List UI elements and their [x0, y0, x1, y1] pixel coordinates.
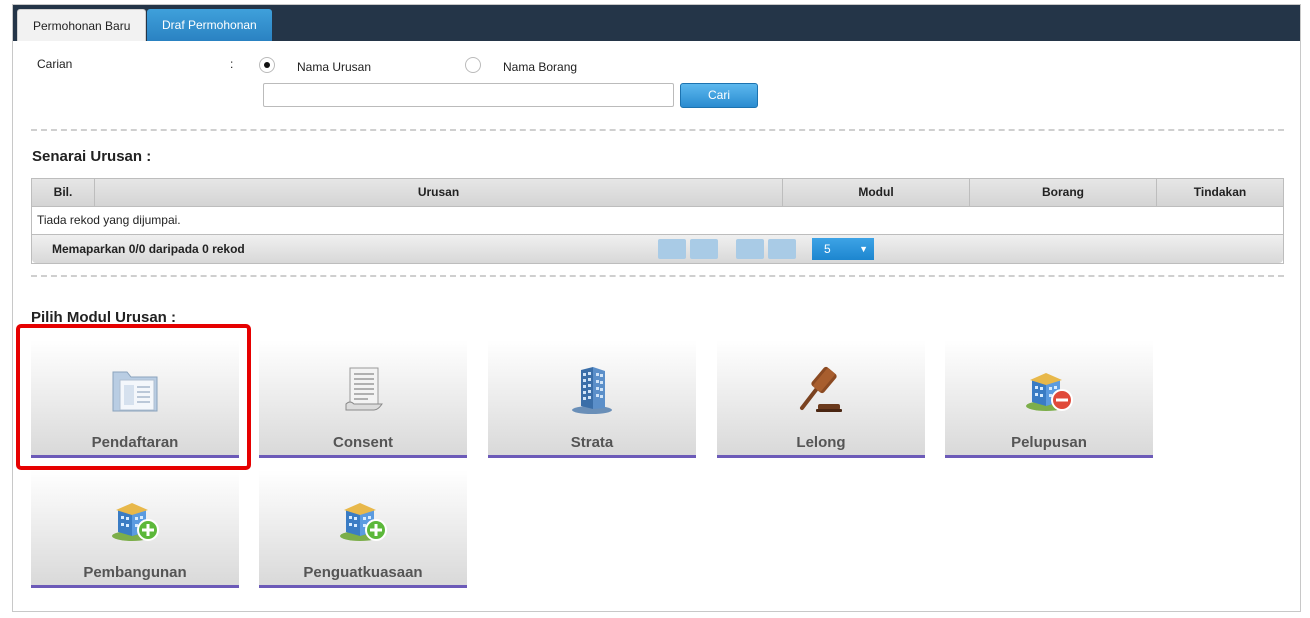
tab-bar: Permohonan Baru Draf Permohonan: [13, 5, 1300, 41]
building-plus-icon: [340, 503, 387, 541]
radio-nama-borang[interactable]: [465, 57, 481, 73]
gavel-icon: [800, 366, 842, 412]
urusan-table: Bil. Urusan Modul Borang Tindakan Tiada …: [31, 178, 1284, 264]
search-label: Carian: [37, 57, 73, 71]
prev-page-button[interactable]: [690, 239, 718, 259]
folder-icon: [112, 371, 158, 412]
column-header-urusan[interactable]: Urusan: [95, 179, 783, 206]
module-penguatkuasaan[interactable]: Penguatkuasaan: [259, 470, 467, 588]
module-label: Pembangunan: [83, 564, 187, 581]
tab-draf-permohonan[interactable]: Draf Permohonan: [147, 9, 272, 41]
page-size-select[interactable]: 5 ▼: [812, 238, 874, 260]
module-strata[interactable]: Strata: [488, 340, 696, 458]
building-icon: [572, 367, 612, 414]
radio-nama-borang-label[interactable]: Nama Borang: [503, 60, 577, 74]
column-header-modul[interactable]: Modul: [783, 179, 970, 206]
module-lelong[interactable]: Lelong: [717, 340, 925, 458]
pagination-info: Memaparkan 0/0 daripada 0 rekod: [52, 242, 245, 256]
module-pembangunan[interactable]: Pembangunan: [31, 470, 239, 588]
table-footer: Memaparkan 0/0 daripada 0 rekod 5 ▼: [32, 235, 1283, 263]
list-section-title: Senarai Urusan :: [32, 148, 152, 165]
tab-permohonan-baru[interactable]: Permohonan Baru: [17, 9, 147, 41]
column-header-bil[interactable]: Bil.: [32, 179, 95, 206]
module-label: Pelupusan: [1011, 434, 1087, 451]
radio-nama-urusan-label[interactable]: Nama Urusan: [297, 60, 371, 74]
module-label: Pendaftaran: [91, 434, 179, 451]
module-section-title: Pilih Modul Urusan :: [31, 309, 176, 326]
module-pelupusan[interactable]: Pelupusan: [945, 340, 1153, 458]
page-size-value: 5: [824, 242, 831, 256]
column-header-tindakan[interactable]: Tindakan: [1157, 179, 1283, 206]
module-label: Strata: [570, 434, 614, 451]
first-page-button[interactable]: [658, 239, 686, 259]
building-plus-icon: [112, 503, 159, 541]
table-header: Bil. Urusan Modul Borang Tindakan: [32, 179, 1283, 207]
module-label: Consent: [333, 434, 393, 451]
next-page-button[interactable]: [736, 239, 764, 259]
column-header-borang[interactable]: Borang: [970, 179, 1157, 206]
document-icon: [345, 367, 383, 411]
module-consent[interactable]: Consent: [259, 340, 467, 458]
last-page-button[interactable]: [768, 239, 796, 259]
search-label-colon: :: [230, 57, 234, 71]
building-minus-icon: [1026, 373, 1073, 411]
radio-nama-urusan[interactable]: [259, 57, 275, 73]
module-label: Penguatkuasaan: [303, 564, 423, 581]
divider: [31, 129, 1284, 131]
search-button[interactable]: Cari: [680, 83, 758, 108]
module-label: Lelong: [796, 434, 846, 451]
divider: [31, 275, 1284, 277]
chevron-down-icon: ▼: [859, 244, 868, 254]
module-pendaftaran[interactable]: Pendaftaran: [31, 340, 239, 458]
empty-message: Tiada rekod yang dijumpai.: [32, 207, 1283, 235]
search-input[interactable]: [263, 83, 674, 107]
